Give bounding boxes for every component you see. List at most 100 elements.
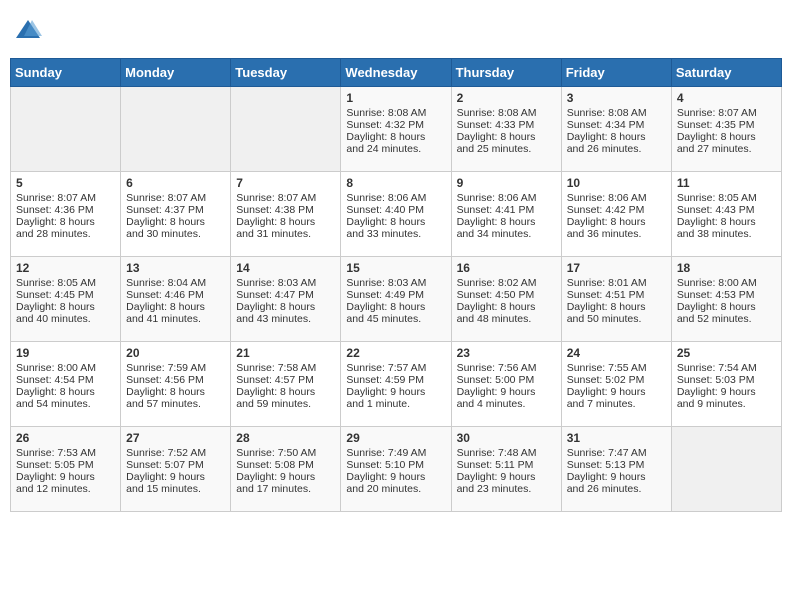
calendar-cell: 30Sunrise: 7:48 AMSunset: 5:11 PMDayligh… [451,427,561,512]
calendar-cell: 14Sunrise: 8:03 AMSunset: 4:47 PMDayligh… [231,257,341,342]
sunrise-text: Sunrise: 7:53 AM [16,447,115,459]
sunset-text: Sunset: 4:57 PM [236,374,335,386]
page-header [10,10,782,50]
day-number: 13 [126,261,225,275]
header-row: SundayMondayTuesdayWednesdayThursdayFrid… [11,59,782,87]
day-number: 14 [236,261,335,275]
calendar-week-row: 5Sunrise: 8:07 AMSunset: 4:36 PMDaylight… [11,172,782,257]
weekday-header: Sunday [11,59,121,87]
calendar-cell: 2Sunrise: 8:08 AMSunset: 4:33 PMDaylight… [451,87,561,172]
sunrise-text: Sunrise: 8:05 AM [16,277,115,289]
daylight-text: Daylight: 8 hours and 43 minutes. [236,301,335,325]
sunset-text: Sunset: 4:54 PM [16,374,115,386]
sunset-text: Sunset: 5:08 PM [236,459,335,471]
sunset-text: Sunset: 4:53 PM [677,289,776,301]
sunset-text: Sunset: 4:56 PM [126,374,225,386]
day-number: 9 [457,176,556,190]
calendar-cell: 11Sunrise: 8:05 AMSunset: 4:43 PMDayligh… [671,172,781,257]
daylight-text: Daylight: 8 hours and 57 minutes. [126,386,225,410]
calendar-cell: 16Sunrise: 8:02 AMSunset: 4:50 PMDayligh… [451,257,561,342]
daylight-text: Daylight: 8 hours and 33 minutes. [346,216,445,240]
calendar-table: SundayMondayTuesdayWednesdayThursdayFrid… [10,58,782,512]
daylight-text: Daylight: 9 hours and 17 minutes. [236,471,335,495]
sunrise-text: Sunrise: 7:56 AM [457,362,556,374]
day-number: 28 [236,431,335,445]
sunrise-text: Sunrise: 8:02 AM [457,277,556,289]
sunrise-text: Sunrise: 8:07 AM [16,192,115,204]
sunset-text: Sunset: 4:46 PM [126,289,225,301]
calendar-cell: 15Sunrise: 8:03 AMSunset: 4:49 PMDayligh… [341,257,451,342]
weekday-header: Wednesday [341,59,451,87]
sunset-text: Sunset: 4:42 PM [567,204,666,216]
calendar-week-row: 1Sunrise: 8:08 AMSunset: 4:32 PMDaylight… [11,87,782,172]
logo [14,16,46,44]
daylight-text: Daylight: 9 hours and 1 minute. [346,386,445,410]
calendar-cell: 26Sunrise: 7:53 AMSunset: 5:05 PMDayligh… [11,427,121,512]
daylight-text: Daylight: 9 hours and 7 minutes. [567,386,666,410]
calendar-cell: 18Sunrise: 8:00 AMSunset: 4:53 PMDayligh… [671,257,781,342]
sunrise-text: Sunrise: 7:57 AM [346,362,445,374]
calendar-cell: 25Sunrise: 7:54 AMSunset: 5:03 PMDayligh… [671,342,781,427]
sunset-text: Sunset: 4:49 PM [346,289,445,301]
sunset-text: Sunset: 4:33 PM [457,119,556,131]
sunset-text: Sunset: 4:45 PM [16,289,115,301]
daylight-text: Daylight: 8 hours and 50 minutes. [567,301,666,325]
sunset-text: Sunset: 4:51 PM [567,289,666,301]
calendar-cell: 9Sunrise: 8:06 AMSunset: 4:41 PMDaylight… [451,172,561,257]
calendar-cell: 7Sunrise: 8:07 AMSunset: 4:38 PMDaylight… [231,172,341,257]
daylight-text: Daylight: 8 hours and 25 minutes. [457,131,556,155]
daylight-text: Daylight: 9 hours and 12 minutes. [16,471,115,495]
daylight-text: Daylight: 8 hours and 30 minutes. [126,216,225,240]
sunrise-text: Sunrise: 7:54 AM [677,362,776,374]
sunrise-text: Sunrise: 8:00 AM [677,277,776,289]
sunset-text: Sunset: 5:05 PM [16,459,115,471]
daylight-text: Daylight: 9 hours and 20 minutes. [346,471,445,495]
calendar-cell [671,427,781,512]
calendar-cell [11,87,121,172]
calendar-cell: 22Sunrise: 7:57 AMSunset: 4:59 PMDayligh… [341,342,451,427]
sunset-text: Sunset: 4:50 PM [457,289,556,301]
sunset-text: Sunset: 5:00 PM [457,374,556,386]
sunrise-text: Sunrise: 8:06 AM [346,192,445,204]
sunset-text: Sunset: 4:32 PM [346,119,445,131]
calendar-cell: 8Sunrise: 8:06 AMSunset: 4:40 PMDaylight… [341,172,451,257]
sunrise-text: Sunrise: 7:55 AM [567,362,666,374]
sunset-text: Sunset: 4:47 PM [236,289,335,301]
daylight-text: Daylight: 8 hours and 31 minutes. [236,216,335,240]
daylight-text: Daylight: 8 hours and 40 minutes. [16,301,115,325]
day-number: 10 [567,176,666,190]
day-number: 20 [126,346,225,360]
calendar-body: 1Sunrise: 8:08 AMSunset: 4:32 PMDaylight… [11,87,782,512]
sunrise-text: Sunrise: 8:07 AM [677,107,776,119]
day-number: 1 [346,91,445,105]
day-number: 12 [16,261,115,275]
daylight-text: Daylight: 8 hours and 41 minutes. [126,301,225,325]
daylight-text: Daylight: 9 hours and 23 minutes. [457,471,556,495]
calendar-cell: 24Sunrise: 7:55 AMSunset: 5:02 PMDayligh… [561,342,671,427]
sunset-text: Sunset: 4:41 PM [457,204,556,216]
calendar-cell: 31Sunrise: 7:47 AMSunset: 5:13 PMDayligh… [561,427,671,512]
calendar-cell: 29Sunrise: 7:49 AMSunset: 5:10 PMDayligh… [341,427,451,512]
sunset-text: Sunset: 5:13 PM [567,459,666,471]
calendar-cell: 23Sunrise: 7:56 AMSunset: 5:00 PMDayligh… [451,342,561,427]
sunset-text: Sunset: 4:38 PM [236,204,335,216]
day-number: 6 [126,176,225,190]
sunrise-text: Sunrise: 8:04 AM [126,277,225,289]
day-number: 22 [346,346,445,360]
calendar-cell: 1Sunrise: 8:08 AMSunset: 4:32 PMDaylight… [341,87,451,172]
sunrise-text: Sunrise: 7:49 AM [346,447,445,459]
day-number: 8 [346,176,445,190]
sunrise-text: Sunrise: 7:47 AM [567,447,666,459]
sunset-text: Sunset: 4:34 PM [567,119,666,131]
calendar-cell: 28Sunrise: 7:50 AMSunset: 5:08 PMDayligh… [231,427,341,512]
sunrise-text: Sunrise: 7:59 AM [126,362,225,374]
daylight-text: Daylight: 8 hours and 38 minutes. [677,216,776,240]
sunrise-text: Sunrise: 8:05 AM [677,192,776,204]
weekday-header: Thursday [451,59,561,87]
daylight-text: Daylight: 8 hours and 52 minutes. [677,301,776,325]
day-number: 29 [346,431,445,445]
calendar-cell: 19Sunrise: 8:00 AMSunset: 4:54 PMDayligh… [11,342,121,427]
sunrise-text: Sunrise: 7:58 AM [236,362,335,374]
day-number: 17 [567,261,666,275]
calendar-cell: 20 Sunrise: 7:59 AMSunset: 4:56 PMDayligh… [121,342,231,427]
